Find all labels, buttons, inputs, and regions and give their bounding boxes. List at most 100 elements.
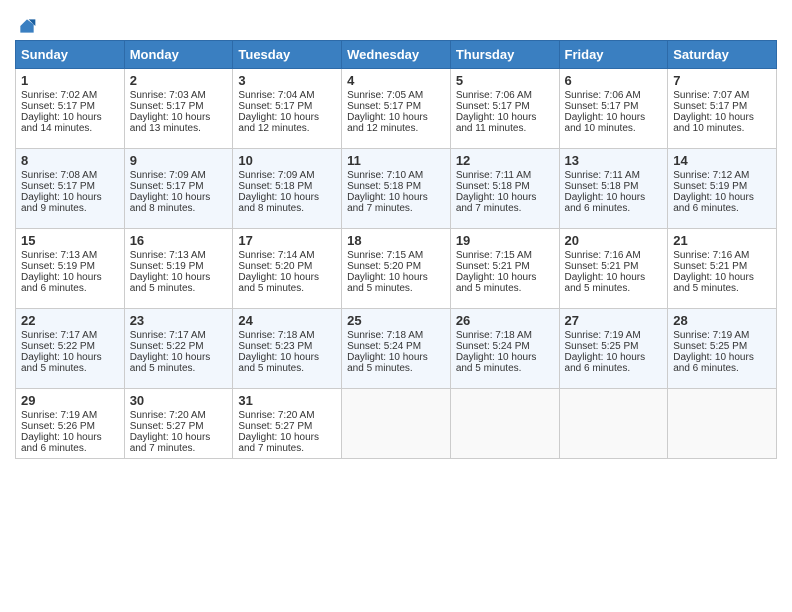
sunrise-text: Sunrise: 7:12 AM bbox=[673, 170, 771, 181]
sunrise-text: Sunrise: 7:16 AM bbox=[673, 250, 771, 261]
sunrise-text: Sunrise: 7:04 AM bbox=[238, 90, 336, 101]
calendar-cell bbox=[668, 389, 777, 459]
daylight-text: Daylight: 10 hours and 8 minutes. bbox=[130, 192, 228, 214]
sunset-text: Sunset: 5:27 PM bbox=[130, 421, 228, 432]
day-number: 22 bbox=[21, 313, 119, 328]
calendar-header-row: SundayMondayTuesdayWednesdayThursdayFrid… bbox=[16, 41, 777, 69]
sunrise-text: Sunrise: 7:20 AM bbox=[130, 410, 228, 421]
day-number: 11 bbox=[347, 153, 445, 168]
sunset-text: Sunset: 5:27 PM bbox=[238, 421, 336, 432]
daylight-text: Daylight: 10 hours and 5 minutes. bbox=[456, 352, 554, 374]
sunrise-text: Sunrise: 7:19 AM bbox=[565, 330, 663, 341]
sunrise-text: Sunrise: 7:02 AM bbox=[21, 90, 119, 101]
day-header: Sunday bbox=[16, 41, 125, 69]
calendar-cell: 10Sunrise: 7:09 AMSunset: 5:18 PMDayligh… bbox=[233, 149, 342, 229]
day-number: 29 bbox=[21, 393, 119, 408]
calendar-cell: 30Sunrise: 7:20 AMSunset: 5:27 PMDayligh… bbox=[124, 389, 233, 459]
daylight-text: Daylight: 10 hours and 12 minutes. bbox=[238, 112, 336, 134]
daylight-text: Daylight: 10 hours and 5 minutes. bbox=[21, 352, 119, 374]
sunrise-text: Sunrise: 7:06 AM bbox=[456, 90, 554, 101]
sunset-text: Sunset: 5:24 PM bbox=[456, 341, 554, 352]
calendar-cell: 2Sunrise: 7:03 AMSunset: 5:17 PMDaylight… bbox=[124, 69, 233, 149]
sunrise-text: Sunrise: 7:08 AM bbox=[21, 170, 119, 181]
sunset-text: Sunset: 5:20 PM bbox=[347, 261, 445, 272]
sunset-text: Sunset: 5:17 PM bbox=[130, 181, 228, 192]
calendar-cell: 5 Sunrise: 7:06 AMSunset: 5:17 PMDaylight… bbox=[450, 69, 559, 149]
calendar-cell: 7Sunrise: 7:07 AMSunset: 5:17 PMDaylight… bbox=[668, 69, 777, 149]
sunrise-text: Sunrise: 7:13 AM bbox=[130, 250, 228, 261]
daylight-text: Daylight: 10 hours and 5 minutes. bbox=[238, 272, 336, 294]
calendar-cell: 3Sunrise: 7:04 AMSunset: 5:17 PMDaylight… bbox=[233, 69, 342, 149]
calendar-cell: 14Sunrise: 7:12 AMSunset: 5:19 PMDayligh… bbox=[668, 149, 777, 229]
day-number: 13 bbox=[565, 153, 663, 168]
day-number: 31 bbox=[238, 393, 336, 408]
daylight-text: Daylight: 10 hours and 6 minutes. bbox=[673, 352, 771, 374]
sunset-text: Sunset: 5:17 PM bbox=[456, 101, 554, 112]
calendar-cell: 11Sunrise: 7:10 AMSunset: 5:18 PMDayligh… bbox=[342, 149, 451, 229]
sunrise-text: Sunrise: 7:19 AM bbox=[21, 410, 119, 421]
sunrise-text: Sunrise: 7:10 AM bbox=[347, 170, 445, 181]
sunrise-text: Sunrise: 7:20 AM bbox=[238, 410, 336, 421]
daylight-text: Daylight: 10 hours and 5 minutes. bbox=[673, 272, 771, 294]
calendar-cell: 4Sunrise: 7:05 AMSunset: 5:17 PMDaylight… bbox=[342, 69, 451, 149]
sunrise-text: Sunrise: 7:17 AM bbox=[21, 330, 119, 341]
calendar-cell: 19Sunrise: 7:15 AMSunset: 5:21 PMDayligh… bbox=[450, 229, 559, 309]
day-number: 3 bbox=[238, 73, 336, 88]
day-number: 24 bbox=[238, 313, 336, 328]
sunset-text: Sunset: 5:25 PM bbox=[565, 341, 663, 352]
daylight-text: Daylight: 10 hours and 7 minutes. bbox=[238, 432, 336, 454]
sunrise-text: Sunrise: 7:13 AM bbox=[21, 250, 119, 261]
day-number: 15 bbox=[21, 233, 119, 248]
day-number: 26 bbox=[456, 313, 554, 328]
sunset-text: Sunset: 5:19 PM bbox=[673, 181, 771, 192]
day-header: Thursday bbox=[450, 41, 559, 69]
day-number: 1 bbox=[21, 73, 119, 88]
sunrise-text: Sunrise: 7:09 AM bbox=[130, 170, 228, 181]
sunrise-text: Sunrise: 7:03 AM bbox=[130, 90, 228, 101]
sunset-text: Sunset: 5:21 PM bbox=[456, 261, 554, 272]
day-header: Friday bbox=[559, 41, 668, 69]
daylight-text: Daylight: 10 hours and 6 minutes. bbox=[565, 352, 663, 374]
sunset-text: Sunset: 5:17 PM bbox=[673, 101, 771, 112]
daylight-text: Daylight: 10 hours and 12 minutes. bbox=[347, 112, 445, 134]
day-number: 20 bbox=[565, 233, 663, 248]
day-number: 30 bbox=[130, 393, 228, 408]
calendar-body: 1Sunrise: 7:02 AMSunset: 5:17 PMDaylight… bbox=[16, 69, 777, 459]
sunset-text: Sunset: 5:21 PM bbox=[673, 261, 771, 272]
calendar-cell: 31 Sunrise: 7:20 AMSunset: 5:27 PMDayligh… bbox=[233, 389, 342, 459]
calendar-cell bbox=[559, 389, 668, 459]
sunrise-text: Sunrise: 7:07 AM bbox=[673, 90, 771, 101]
day-number: 19 bbox=[456, 233, 554, 248]
daylight-text: Daylight: 10 hours and 5 minutes. bbox=[130, 272, 228, 294]
day-number: 8 bbox=[21, 153, 119, 168]
page-header bbox=[15, 10, 777, 36]
calendar-cell: 21Sunrise: 7:16 AMSunset: 5:21 PMDayligh… bbox=[668, 229, 777, 309]
daylight-text: Daylight: 10 hours and 11 minutes. bbox=[456, 112, 554, 134]
sunset-text: Sunset: 5:18 PM bbox=[565, 181, 663, 192]
calendar-cell: 29Sunrise: 7:19 AMSunset: 5:26 PMDayligh… bbox=[16, 389, 125, 459]
sunrise-text: Sunrise: 7:19 AM bbox=[673, 330, 771, 341]
day-header: Monday bbox=[124, 41, 233, 69]
sunset-text: Sunset: 5:17 PM bbox=[130, 101, 228, 112]
sunrise-text: Sunrise: 7:16 AM bbox=[565, 250, 663, 261]
daylight-text: Daylight: 10 hours and 9 minutes. bbox=[21, 192, 119, 214]
calendar-cell: 17Sunrise: 7:14 AMSunset: 5:20 PMDayligh… bbox=[233, 229, 342, 309]
calendar-cell: 13Sunrise: 7:11 AMSunset: 5:18 PMDayligh… bbox=[559, 149, 668, 229]
logo bbox=[15, 10, 37, 36]
sunset-text: Sunset: 5:22 PM bbox=[21, 341, 119, 352]
daylight-text: Daylight: 10 hours and 5 minutes. bbox=[565, 272, 663, 294]
daylight-text: Daylight: 10 hours and 5 minutes. bbox=[347, 352, 445, 374]
sunrise-text: Sunrise: 7:05 AM bbox=[347, 90, 445, 101]
day-header: Wednesday bbox=[342, 41, 451, 69]
day-number: 5 bbox=[456, 73, 554, 88]
calendar-cell: 18Sunrise: 7:15 AMSunset: 5:20 PMDayligh… bbox=[342, 229, 451, 309]
calendar-cell: 15Sunrise: 7:13 AMSunset: 5:19 PMDayligh… bbox=[16, 229, 125, 309]
calendar-table: SundayMondayTuesdayWednesdayThursdayFrid… bbox=[15, 40, 777, 459]
calendar-week-row: 15Sunrise: 7:13 AMSunset: 5:19 PMDayligh… bbox=[16, 229, 777, 309]
daylight-text: Daylight: 10 hours and 7 minutes. bbox=[456, 192, 554, 214]
day-number: 25 bbox=[347, 313, 445, 328]
sunset-text: Sunset: 5:17 PM bbox=[21, 181, 119, 192]
logo-icon bbox=[17, 16, 37, 36]
calendar-cell: 1Sunrise: 7:02 AMSunset: 5:17 PMDaylight… bbox=[16, 69, 125, 149]
sunset-text: Sunset: 5:18 PM bbox=[238, 181, 336, 192]
